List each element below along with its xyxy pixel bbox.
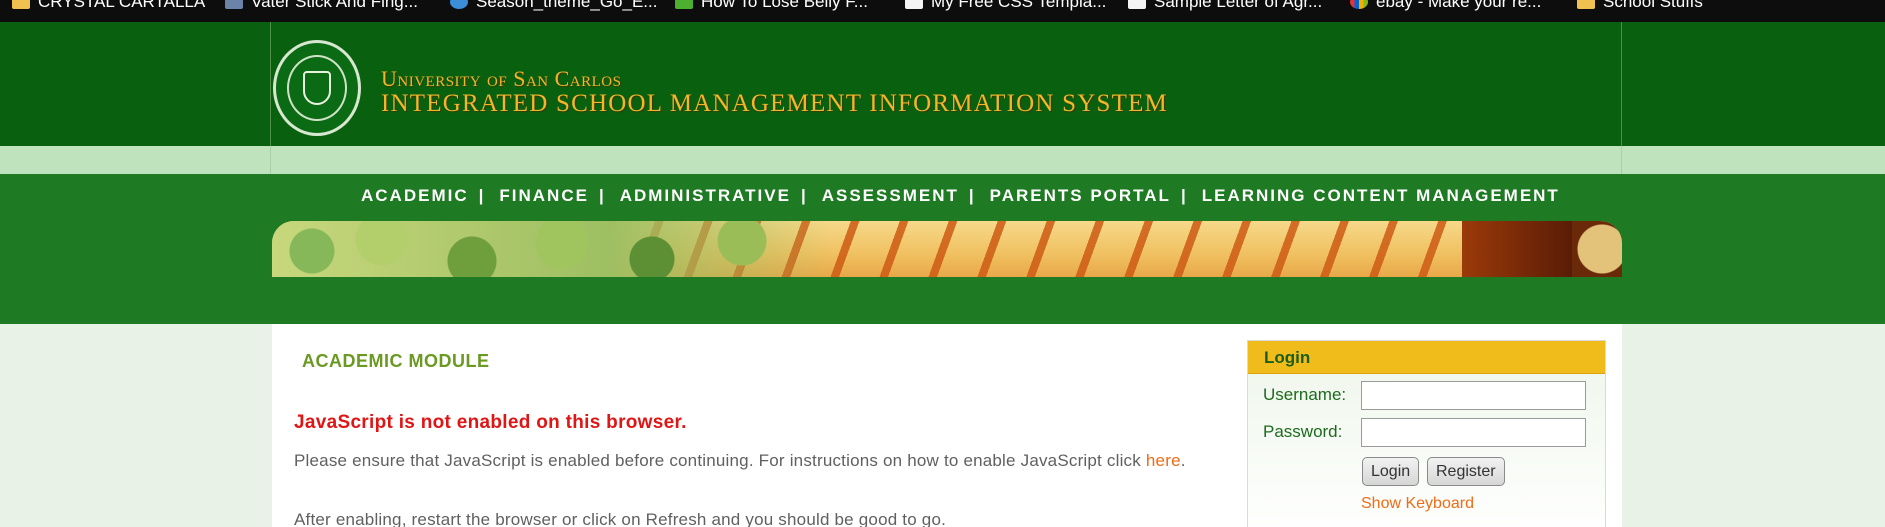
university-seal-logo	[273, 40, 361, 136]
ebay-icon	[1350, 0, 1368, 9]
login-title: Login	[1248, 341, 1605, 374]
bookmark-item[interactable]: Season_theme_Go_E...	[450, 0, 657, 12]
edge-icon	[450, 0, 468, 9]
login-button[interactable]: Login	[1362, 457, 1420, 486]
nav-finance[interactable]: FINANCE	[499, 186, 589, 206]
seal-ring	[287, 55, 347, 121]
bookmark-item[interactable]: How To Lose Belly F...	[675, 0, 868, 12]
show-keyboard-link[interactable]: Show Keyboard	[1361, 495, 1474, 513]
folder-icon	[12, 0, 30, 9]
system-title: INTEGRATED SCHOOL MANAGEMENT INFORMATION…	[381, 90, 1168, 117]
javascript-instructions: Please ensure that JavaScript is enabled…	[294, 450, 1234, 471]
bookmark-item[interactable]: School Stuffs	[1577, 0, 1703, 12]
bookmark-label: Season_theme_Go_E...	[476, 0, 658, 11]
nav-parents-portal[interactable]: PARENTS PORTAL	[990, 186, 1171, 206]
page-icon	[1128, 0, 1146, 9]
header-divider-band	[0, 146, 1885, 174]
register-button[interactable]: Register	[1427, 457, 1505, 486]
nav-administrative[interactable]: ADMINISTRATIVE	[620, 186, 791, 206]
instructions-period: .	[1180, 451, 1186, 470]
site-icon	[675, 0, 693, 9]
bookmark-label: My Free CSS Templa...	[931, 0, 1107, 11]
nav-separator: |	[968, 186, 976, 205]
password-input[interactable]	[1361, 418, 1586, 447]
bookmark-label: ebay - Make your re...	[1376, 0, 1542, 11]
divider-frame	[270, 146, 1622, 174]
nav-separator: |	[478, 186, 486, 205]
restart-instructions: After enabling, restart the browser or c…	[294, 510, 947, 527]
banner-trees	[272, 221, 832, 277]
username-input[interactable]	[1361, 381, 1586, 410]
bookmark-item[interactable]: Vater Stick And Fing...	[225, 0, 418, 12]
bookmark-label: Sample Letter of Agr...	[1154, 0, 1323, 11]
bookmark-label: How To Lose Belly F...	[701, 0, 868, 11]
module-title: ACADEMIC MODULE	[302, 351, 490, 371]
main-nav: ACADEMIC | FINANCE | ADMINISTRATIVE | ASSES…	[361, 186, 1560, 206]
nav-separator: |	[1180, 186, 1188, 205]
bookmark-item[interactable]: CRYSTAL CARTALLA	[12, 0, 205, 12]
banner-pillar	[1462, 221, 1572, 277]
nav-academic[interactable]: ACADEMIC	[361, 186, 469, 206]
image-icon	[225, 0, 243, 9]
bookmark-item[interactable]: My Free CSS Templa...	[905, 0, 1106, 12]
bookmark-item[interactable]: Sample Letter of Agr...	[1128, 0, 1322, 12]
bookmark-label: Vater Stick And Fing...	[251, 0, 418, 11]
password-label: Password:	[1263, 422, 1343, 441]
folder-icon	[1577, 0, 1595, 9]
instructions-text: Please ensure that JavaScript is enabled…	[294, 451, 1141, 470]
nav-separator: |	[598, 186, 606, 205]
page-icon	[905, 0, 923, 9]
bookmark-label: School Stuffs	[1603, 0, 1703, 11]
bookmarks-bar: CRYSTAL CARTALLA Vater Stick And Fing...…	[0, 0, 1885, 22]
nav-learning-content-management[interactable]: LEARNING CONTENT MANAGEMENT	[1202, 186, 1560, 206]
login-box: Login Username: Password: Login Register…	[1247, 340, 1606, 527]
banner-foliage	[1572, 221, 1622, 277]
bookmark-item[interactable]: ebay - Make your re...	[1350, 0, 1541, 12]
username-label: Username:	[1263, 385, 1347, 404]
campus-banner-image	[272, 221, 1622, 277]
nav-assessment[interactable]: ASSESSMENT	[822, 186, 959, 206]
bookmark-label: CRYSTAL CARTALLA	[38, 0, 206, 11]
nav-separator: |	[800, 186, 808, 205]
javascript-warning-title: JavaScript is not enabled on this browse…	[294, 412, 687, 433]
instructions-here-link[interactable]: here	[1146, 451, 1181, 470]
seal-shield-icon	[303, 71, 331, 105]
university-name: University of San Carlos	[381, 66, 622, 91]
